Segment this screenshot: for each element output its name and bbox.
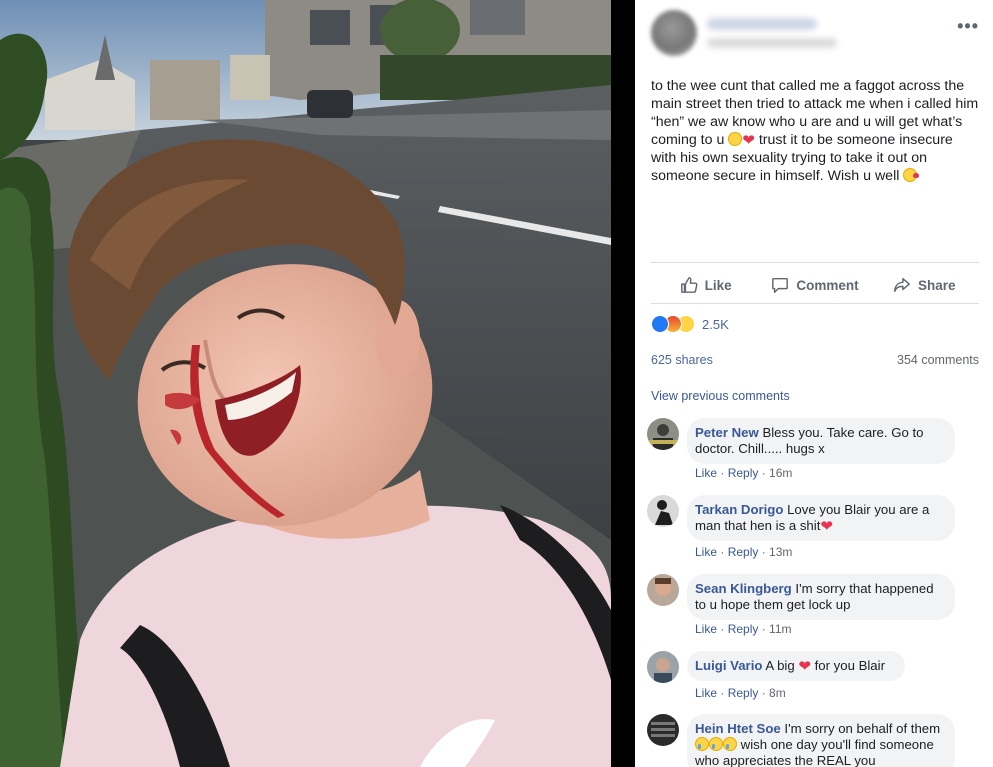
comment-author[interactable]: Hein Htet Soe (695, 721, 781, 736)
comment-bubble: Peter New Bless you. Take care. Go to do… (687, 418, 955, 464)
comment-author[interactable]: Luigi Vario (695, 658, 762, 673)
share-button[interactable]: Share (870, 268, 979, 302)
comment-like-link[interactable]: Like (695, 545, 717, 559)
comment-button[interactable]: Comment (760, 268, 869, 302)
heart-icon: ❤ (798, 658, 811, 675)
comment-time[interactable]: 16m (769, 466, 792, 480)
like-button[interactable]: Like (651, 268, 760, 302)
reaction-count[interactable]: 2.5K (702, 317, 729, 332)
avatar[interactable] (647, 651, 679, 683)
comment-item: Tarkan Dorigo Love you Blair you are a m… (647, 495, 983, 559)
shares-count[interactable]: 625 shares (651, 353, 713, 367)
post-meta-blurred (707, 38, 837, 48)
commenter-avatar-image (647, 495, 679, 527)
commenter-avatar-image (647, 714, 679, 746)
post-header: ••• (651, 10, 983, 60)
share-arrow-icon (894, 277, 910, 293)
comment-meta: Like · Reply · 16m (695, 466, 793, 480)
author-name-blurred[interactable] (707, 18, 817, 30)
comment-meta: Like · Reply · 8m (695, 686, 786, 700)
commenter-avatar-image (647, 574, 679, 606)
more-options-icon[interactable]: ••• (957, 16, 979, 37)
crying-face-icon (695, 737, 709, 751)
commenter-avatar-image (647, 418, 679, 450)
thumbs-up-icon (680, 277, 698, 293)
post-photo[interactable] (0, 0, 611, 767)
crying-face-icon (723, 737, 737, 751)
share-label: Share (918, 277, 956, 293)
comment-time[interactable]: 8m (769, 686, 786, 700)
comment-meta: Like · Reply · 13m (695, 545, 793, 559)
comment-item: Hein Htet Soe I'm sorry on behalf of the… (647, 714, 983, 767)
comment-author[interactable]: Sean Klingberg (695, 581, 792, 596)
comment-bubble: Luigi Vario A big ❤ for you Blair (687, 651, 905, 681)
comment-item: Luigi Vario A big ❤ for you Blair Like ·… (647, 651, 983, 700)
comment-like-link[interactable]: Like (695, 622, 717, 636)
like-reaction-icon (651, 315, 669, 333)
comment-reply-link[interactable]: Reply (728, 622, 759, 636)
comment-time[interactable]: 11m (769, 622, 791, 636)
comments-count[interactable]: 354 comments (897, 353, 979, 367)
avatar[interactable] (647, 418, 679, 450)
author-avatar-blurred[interactable] (651, 10, 697, 56)
comment-item: Sean Klingberg I'm sorry that happened t… (647, 574, 983, 636)
comment-author[interactable]: Peter New (695, 425, 759, 440)
divider (651, 303, 979, 304)
comment-bubble: Sean Klingberg I'm sorry that happened t… (687, 574, 955, 620)
heart-icon: ❤ (742, 132, 755, 149)
grinning-face-icon (728, 132, 743, 146)
comment-bubble: Hein Htet Soe I'm sorry on behalf of the… (687, 714, 955, 767)
kissing-face-icon (903, 168, 920, 182)
comment-reply-link[interactable]: Reply (728, 466, 759, 480)
comment-reply-link[interactable]: Reply (728, 545, 759, 559)
comment-text-a: I'm sorry on behalf of them (784, 721, 941, 736)
post-side-panel: ••• to the wee cunt that called me a fag… (635, 0, 993, 767)
post-actions-bar: Like Comment Share (651, 268, 979, 302)
comment-bubble-icon (772, 277, 789, 293)
commenter-avatar-image (647, 651, 679, 683)
comment-label: Comment (796, 277, 859, 293)
avatar[interactable] (647, 574, 679, 606)
avatar[interactable] (647, 495, 679, 527)
comment-bubble: Tarkan Dorigo Love you Blair you are a m… (687, 495, 955, 541)
comment-item: Peter New Bless you. Take care. Go to do… (647, 418, 983, 480)
comment-reply-link[interactable]: Reply (728, 686, 759, 700)
divider (651, 262, 979, 263)
heart-icon: ❤ (820, 518, 833, 535)
reactions-summary[interactable]: 2.5K (651, 314, 729, 334)
view-previous-comments-link[interactable]: View previous comments (651, 389, 790, 403)
comment-text-a: A big (765, 658, 799, 673)
comment-meta: Like · Reply · 11m (695, 622, 792, 636)
crying-face-icon (709, 737, 723, 751)
comment-time[interactable]: 13m (769, 545, 792, 559)
avatar[interactable] (647, 714, 679, 746)
comment-author[interactable]: Tarkan Dorigo (695, 502, 783, 517)
comment-like-link[interactable]: Like (695, 466, 717, 480)
comment-text-b: for you Blair (810, 658, 885, 673)
like-label: Like (704, 277, 732, 293)
selfie-photo-drawing (0, 0, 611, 767)
post-text: to the wee cunt that called me a faggot … (651, 77, 981, 185)
photo-border (611, 0, 635, 767)
comment-like-link[interactable]: Like (695, 686, 717, 700)
